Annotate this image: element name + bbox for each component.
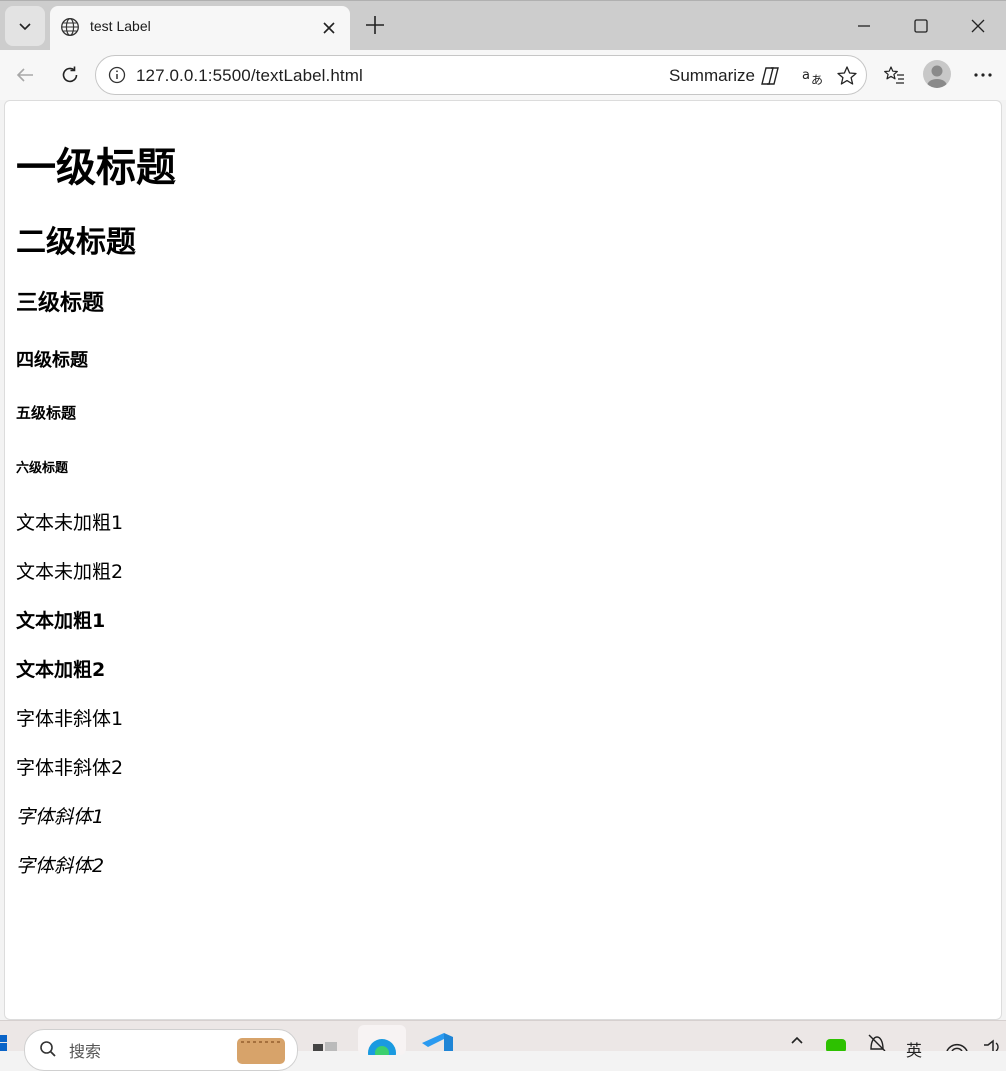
start-icon[interactable] <box>0 1033 8 1051</box>
url-text[interactable]: 127.0.0.1:5500/textLabel.html <box>136 66 363 86</box>
heading-5: 五级标题 <box>16 404 77 422</box>
chevron-down-icon <box>19 23 31 31</box>
vscode-icon[interactable] <box>420 1033 454 1051</box>
page-viewport: 一级标题 二级标题 三级标题 四级标题 五级标题 六级标题 文本未加粗1 文本未… <box>4 100 1002 1020</box>
paragraph-italic-1: 字体斜体1 <box>16 806 105 828</box>
paragraph-italic-2: 字体斜体2 <box>16 855 105 877</box>
tab-active[interactable]: test Label <box>50 6 350 51</box>
back-arrow-icon[interactable] <box>14 64 36 86</box>
new-tab-icon[interactable] <box>364 14 386 36</box>
chevron-up-icon[interactable] <box>790 1033 804 1047</box>
copilot-icon[interactable] <box>759 65 781 87</box>
paragraph-non-italic-1: 字体非斜体1 <box>16 708 124 730</box>
paragraph-bold-2: 文本加粗2 <box>16 659 106 681</box>
svg-text:a: a <box>802 68 810 83</box>
refresh-icon[interactable] <box>59 64 81 86</box>
favorites-icon[interactable] <box>883 64 905 86</box>
address-bar[interactable]: 127.0.0.1:5500/textLabel.html Summarize … <box>95 55 867 95</box>
summarize-button[interactable]: Summarize <box>669 66 755 86</box>
taskbar-search-label: 搜索 <box>69 1042 102 1061</box>
profile-avatar[interactable] <box>923 60 951 88</box>
globe-icon <box>61 18 79 36</box>
favorite-star-icon[interactable] <box>836 65 858 87</box>
paragraph-normal-2: 文本未加粗2 <box>16 561 124 583</box>
edge-icon <box>368 1039 396 1055</box>
volume-icon[interactable] <box>982 1039 1004 1051</box>
wechat-icon[interactable] <box>826 1039 846 1051</box>
taskbar: 搜索 英 <box>0 1020 1006 1071</box>
tab-title: test Label <box>90 18 151 34</box>
tab-actions-button[interactable] <box>5 6 45 46</box>
svg-text:あ: あ <box>811 73 823 87</box>
more-options-icon[interactable] <box>972 64 994 86</box>
wifi-icon[interactable] <box>944 1039 970 1051</box>
search-icon <box>40 1041 56 1057</box>
browser-toolbar: 127.0.0.1:5500/textLabel.html Summarize … <box>0 50 1006 100</box>
notification-muted-icon[interactable] <box>866 1033 888 1051</box>
heading-6: 六级标题 <box>16 461 69 476</box>
paragraph-non-italic-2: 字体非斜体2 <box>16 757 124 779</box>
user-icon <box>927 65 947 88</box>
search-highlight-icon <box>237 1038 285 1064</box>
heading-2: 二级标题 <box>16 225 136 260</box>
taskbar-search[interactable]: 搜索 <box>24 1029 298 1071</box>
heading-3: 三级标题 <box>16 291 105 316</box>
heading-4: 四级标题 <box>16 350 88 371</box>
taskbar-app-edge[interactable] <box>358 1025 406 1055</box>
info-icon[interactable] <box>108 66 126 84</box>
translate-icon[interactable]: a あ <box>801 65 825 87</box>
tab-strip: test Label <box>0 0 1006 51</box>
paragraph-normal-1: 文本未加粗1 <box>16 512 124 534</box>
paragraph-bold-1: 文本加粗1 <box>16 610 106 632</box>
input-language-indicator[interactable]: 英 <box>906 1037 922 1061</box>
minimize-icon[interactable] <box>854 16 874 36</box>
close-tab-icon[interactable] <box>320 19 338 37</box>
close-window-icon[interactable] <box>968 16 988 36</box>
heading-1: 一级标题 <box>16 145 176 191</box>
maximize-icon[interactable] <box>911 16 931 36</box>
